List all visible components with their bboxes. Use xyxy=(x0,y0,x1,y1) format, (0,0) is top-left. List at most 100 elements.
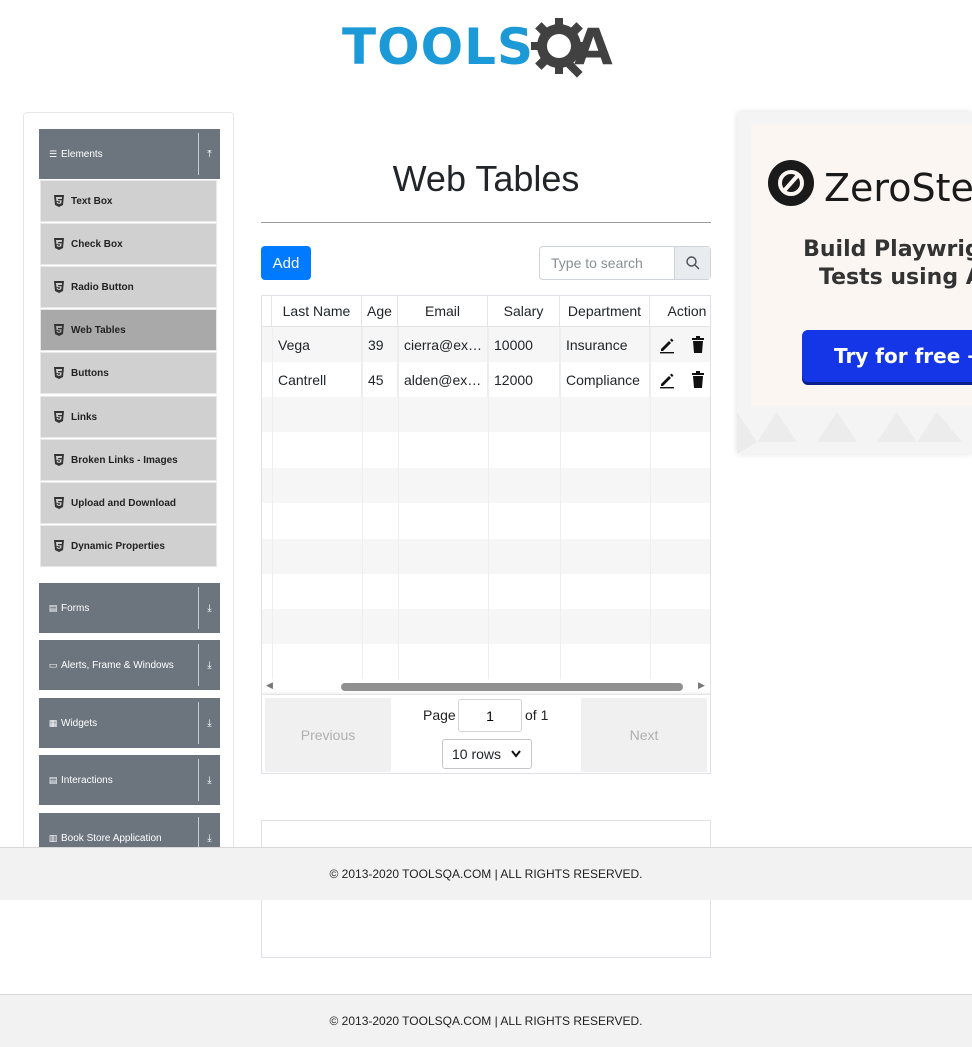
cell-last-name: Cantrell xyxy=(272,362,362,397)
sidebar-item-dynamic-properties[interactable]: Dynamic Properties xyxy=(40,525,217,567)
zerostep-logo-icon xyxy=(768,160,814,206)
sidebar-item-buttons[interactable]: Buttons xyxy=(40,352,217,394)
books-icon: ▥ xyxy=(48,832,58,843)
table-row-empty xyxy=(262,468,710,503)
cell-salary: 12000 xyxy=(488,362,560,397)
header-salary[interactable]: Salary xyxy=(488,296,560,326)
group-header-interactions[interactable]: ▤ Interactions ⤓ xyxy=(39,755,220,805)
divider xyxy=(261,222,711,223)
arrow-up-icon[interactable]: ⤒ xyxy=(198,133,220,175)
header-action[interactable]: Action xyxy=(650,296,710,326)
column-divider xyxy=(272,327,273,679)
group-header-widgets[interactable]: ▦ Widgets ⤓ xyxy=(39,698,220,748)
table-row-empty xyxy=(262,574,710,609)
sidebar-item-label: Check Box xyxy=(71,238,123,250)
web-table: Last Name Age Email Salary Department Ac… xyxy=(261,295,711,774)
scroll-left-icon[interactable]: ◀ xyxy=(266,680,273,691)
next-button[interactable]: Next xyxy=(581,698,707,772)
group-header-alerts[interactable]: ▭ Alerts, Frame & Windows ⤓ xyxy=(39,640,220,690)
cell-email: cierra@ex… xyxy=(398,327,488,362)
table-row-empty xyxy=(262,644,710,679)
ad-panel: ZeroSte Build Playwright Tests using AI … xyxy=(751,124,972,406)
column-divider xyxy=(398,327,399,679)
page-number-input[interactable] xyxy=(458,699,522,732)
sidebar-item-label: Web Tables xyxy=(71,324,126,336)
toolsqa-logo[interactable]: TOOLS A xyxy=(342,14,634,82)
search-input[interactable] xyxy=(540,247,674,279)
table-row: Cantrell 45 alden@ex… 12000 Compliance xyxy=(262,362,710,397)
arrow-down-icon[interactable]: ⤓ xyxy=(198,702,220,744)
previous-button[interactable]: Previous xyxy=(265,698,391,772)
sidebar-item-links[interactable]: Links xyxy=(40,396,217,438)
scrollbar-thumb[interactable] xyxy=(341,683,683,691)
column-divider xyxy=(488,327,489,679)
cell-age: 45 xyxy=(362,362,398,397)
horizontal-scrollbar[interactable]: ◀ ▶ xyxy=(262,679,710,693)
group-title: Widgets xyxy=(61,717,98,729)
group-header-forms[interactable]: ▤ Forms ⤓ xyxy=(39,583,220,633)
table-row-empty xyxy=(262,397,710,432)
scroll-right-icon[interactable]: ▶ xyxy=(698,680,705,691)
header-department[interactable]: Department xyxy=(560,296,650,326)
sidebar-item-radio-button[interactable]: Radio Button xyxy=(40,266,217,308)
advertisement[interactable]: ZeroSte Build Playwright Tests using AI … xyxy=(737,112,972,454)
table-row-empty xyxy=(262,503,710,538)
sidebar-item-label: Broken Links - Images xyxy=(71,454,178,466)
sidebar-item-label: Upload and Download xyxy=(71,497,176,509)
header-last-name[interactable]: Last Name xyxy=(272,296,362,326)
cell-department: Compliance xyxy=(560,362,650,397)
html5-icon xyxy=(54,497,64,509)
header-email[interactable]: Email xyxy=(398,296,488,326)
table-row-empty xyxy=(262,539,710,574)
html5-icon xyxy=(54,238,64,250)
table-header: Last Name Age Email Salary Department Ac… xyxy=(262,296,710,327)
ad-try-free-button[interactable]: Try for free → xyxy=(802,330,972,382)
cell-department: Insurance xyxy=(560,327,650,362)
add-button[interactable]: Add xyxy=(261,246,311,280)
page-label: Page xyxy=(423,707,456,723)
html5-icon xyxy=(54,195,64,207)
hamburger-icon: ☰ xyxy=(48,148,58,159)
footer: © 2013-2020 TOOLSQA.COM | ALL RIGHTS RES… xyxy=(0,994,972,1047)
arrow-down-icon[interactable]: ⤓ xyxy=(198,759,220,801)
group-header-elements[interactable]: ☰ Elements ⤒ xyxy=(39,129,220,179)
table-row: Vega 39 cierra@ex… 10000 Insurance xyxy=(262,327,710,362)
sidebar-item-web-tables[interactable]: Web Tables xyxy=(40,309,217,351)
ad-tagline-2: Tests using AI xyxy=(819,265,972,290)
column-divider xyxy=(560,327,561,679)
table-row-empty xyxy=(262,609,710,644)
sidebar-item-broken-links[interactable]: Broken Links - Images xyxy=(40,439,217,481)
grid-icon: ▦ xyxy=(48,717,58,728)
arrow-down-icon[interactable]: ⤓ xyxy=(198,587,220,629)
cell-email: alden@ex… xyxy=(398,362,488,397)
window-icon: ▭ xyxy=(48,659,58,670)
search-icon xyxy=(685,256,699,270)
search-button[interactable] xyxy=(674,247,710,279)
arrow-down-icon[interactable]: ⤓ xyxy=(198,644,220,686)
sidebar-item-check-box[interactable]: Check Box xyxy=(40,223,217,265)
edit-icon[interactable] xyxy=(658,371,676,389)
column-divider xyxy=(362,327,363,679)
header-age[interactable]: Age xyxy=(362,296,398,326)
cell-action xyxy=(650,362,710,397)
group-title: Alerts, Frame & Windows xyxy=(61,659,174,671)
delete-icon[interactable] xyxy=(690,370,706,389)
form-icon: ▤ xyxy=(48,602,58,613)
list-icon: ▤ xyxy=(48,774,58,785)
html5-icon xyxy=(54,281,64,293)
rows-per-page-select[interactable]: 10 rows xyxy=(442,739,532,769)
sidebar-item-label: Dynamic Properties xyxy=(71,540,165,552)
group-title: Elements xyxy=(61,148,103,160)
sidebar-item-label: Radio Button xyxy=(71,281,134,293)
ad-brand: ZeroSte xyxy=(824,166,972,210)
footer-text: © 2013-2020 TOOLSQA.COM | ALL RIGHTS RES… xyxy=(329,867,643,881)
pagination-bar: Previous Page of 1 10 rows Next xyxy=(262,694,710,773)
sidebar-item-text-box[interactable]: Text Box xyxy=(40,180,217,222)
edit-icon[interactable] xyxy=(658,336,676,354)
delete-icon[interactable] xyxy=(690,335,706,354)
table-row-empty xyxy=(262,432,710,467)
sidebar-item-label: Text Box xyxy=(71,195,113,207)
cell-age: 39 xyxy=(362,327,398,362)
sidebar-item-upload-download[interactable]: Upload and Download xyxy=(40,482,217,524)
ad-tagline-1: Build Playwright xyxy=(803,237,972,262)
